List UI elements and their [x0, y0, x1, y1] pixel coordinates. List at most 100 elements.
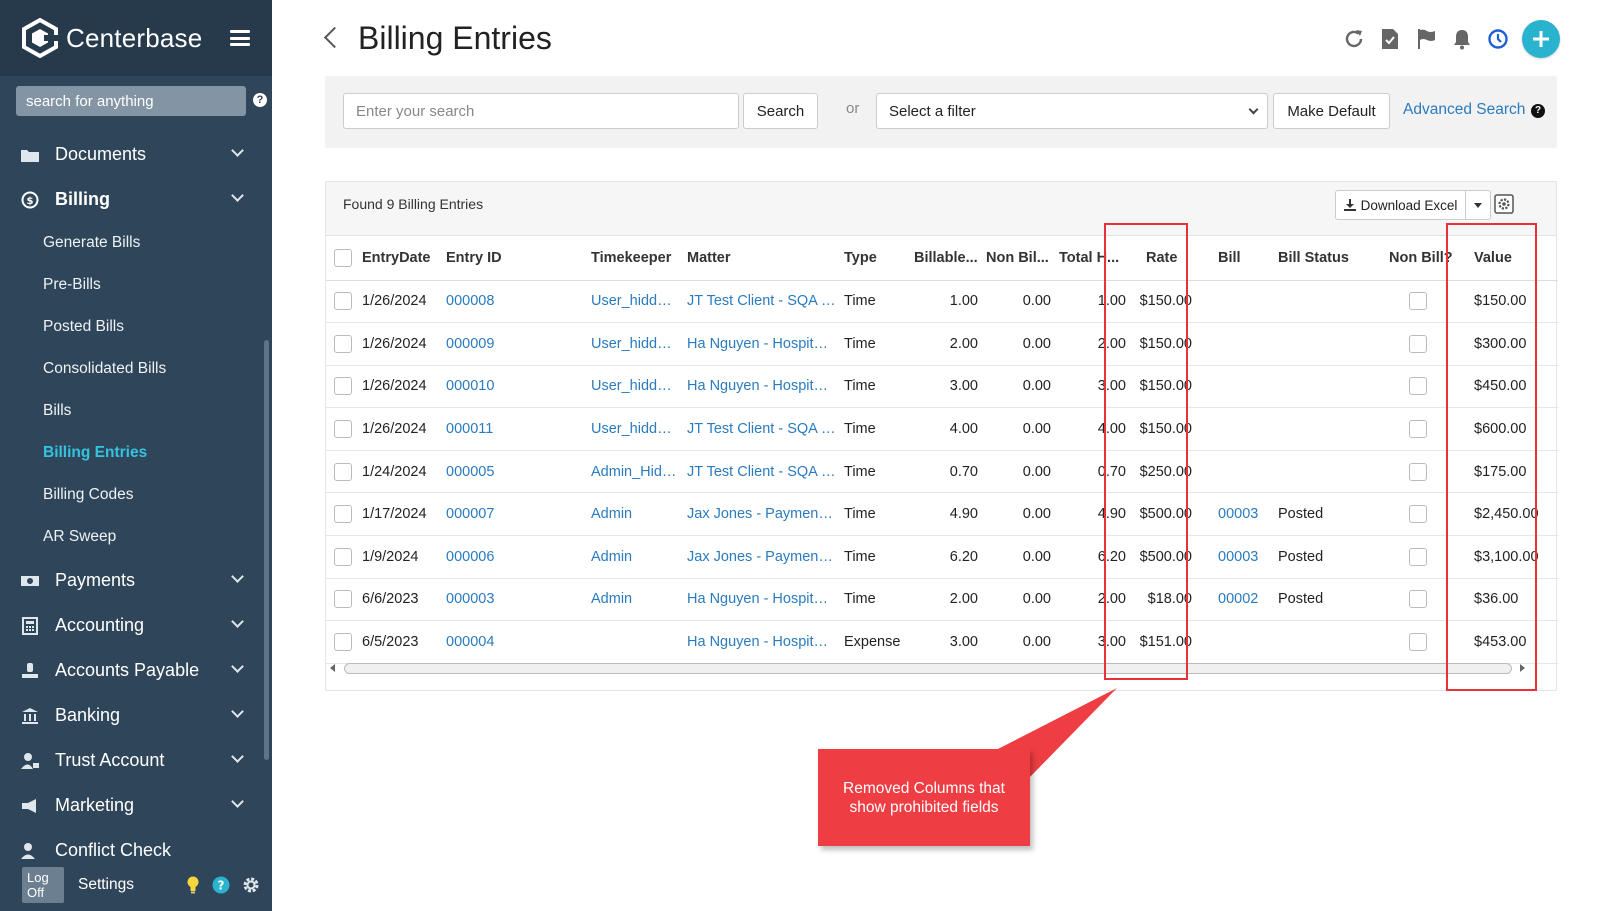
sidebar-item-trust-account[interactable]: Trust Account	[0, 738, 272, 783]
download-options-caret-icon[interactable]	[1465, 190, 1491, 220]
scroll-left-arrow-icon[interactable]	[330, 664, 335, 672]
non-bill-checkbox[interactable]	[1408, 633, 1427, 652]
cell-matter[interactable]: JT Test Client - SQA Bi...	[683, 450, 840, 494]
cell-bill[interactable]	[1202, 620, 1274, 664]
column-header-bill[interactable]: Bill	[1202, 236, 1274, 281]
search-help-icon[interactable]: ?	[253, 93, 267, 107]
cell-timekeeper[interactable]: User_hidden...	[587, 407, 683, 451]
row-checkbox[interactable]	[334, 292, 352, 311]
sidebar-sub-billing-codes[interactable]: Billing Codes	[0, 474, 272, 516]
table-row[interactable]: 6/5/2023 000004 Ha Nguyen - Hospital ... Ex…	[326, 620, 1558, 664]
select-all-checkbox[interactable]	[334, 248, 352, 267]
row-checkbox[interactable]	[334, 377, 352, 396]
sidebar-scrollbar[interactable]	[264, 340, 269, 760]
clock-icon[interactable]	[1486, 27, 1510, 51]
table-row[interactable]: 1/17/2024 000007 Admin Jax Jones - Payment …	[326, 492, 1558, 537]
cell-entry-id[interactable]: 000010	[442, 365, 587, 409]
sidebar-sub-posted-bills[interactable]: Posted Bills	[0, 306, 272, 348]
document-check-icon[interactable]	[1378, 27, 1402, 51]
lightbulb-icon[interactable]	[186, 876, 200, 894]
cell-bill[interactable]	[1202, 450, 1274, 494]
cell-bill[interactable]	[1202, 365, 1274, 409]
sidebar-sub-pre-bills[interactable]: Pre-Bills	[0, 264, 272, 306]
sidebar-item-billing[interactable]: $ Billing	[0, 177, 272, 222]
sidebar-sub-bills[interactable]: Bills	[0, 390, 272, 432]
cell-timekeeper[interactable]: Admin	[587, 578, 683, 622]
non-bill-checkbox[interactable]	[1408, 334, 1427, 353]
non-bill-checkbox[interactable]	[1408, 547, 1427, 566]
gear-icon[interactable]	[242, 876, 260, 894]
help-circle-icon[interactable]: ?	[212, 876, 230, 894]
cell-entry-id[interactable]: 000008	[442, 280, 587, 324]
cell-matter[interactable]: Ha Nguyen - Hospital ...	[683, 578, 840, 622]
column-header-billable[interactable]: Billable...	[910, 236, 982, 281]
grid-settings-icon[interactable]	[1494, 194, 1514, 214]
cell-bill[interactable]	[1202, 280, 1274, 324]
column-header-entry-date[interactable]: EntryDate	[358, 236, 442, 281]
horizontal-scrollbar[interactable]	[326, 660, 1558, 676]
row-checkbox[interactable]	[334, 462, 352, 481]
sidebar-sub-billing-entries[interactable]: Billing Entries	[0, 432, 272, 474]
cell-matter[interactable]: Ha Nguyen - Hospital ...	[683, 322, 840, 366]
row-checkbox[interactable]	[334, 590, 352, 609]
search-button[interactable]: Search	[743, 93, 818, 129]
scrollbar-thumb[interactable]	[344, 663, 1512, 674]
cell-matter[interactable]: Jax Jones - Payment ...	[683, 492, 840, 537]
cell-entry-id[interactable]: 000006	[442, 535, 587, 579]
sidebar-sub-consolidated-bills[interactable]: Consolidated Bills	[0, 348, 272, 390]
cell-timekeeper[interactable]: Admin	[587, 492, 683, 537]
row-checkbox[interactable]	[334, 420, 352, 439]
cell-entry-id[interactable]: 000004	[442, 620, 587, 664]
column-header-matter[interactable]: Matter	[683, 236, 840, 281]
cell-entry-id[interactable]: 000003	[442, 578, 587, 622]
cell-timekeeper[interactable]: Admin_Hidd...	[587, 450, 683, 494]
flag-icon[interactable]	[1414, 27, 1438, 51]
table-row[interactable]: 1/26/2024 000011 User_hidden... JT Test Cli…	[326, 407, 1558, 451]
cell-matter[interactable]: JT Test Client - SQA Bi...	[683, 407, 840, 451]
cell-timekeeper[interactable]: User_hidden...	[587, 365, 683, 409]
table-row[interactable]: 1/24/2024 000005 Admin_Hidd... JT Test Clie…	[326, 450, 1558, 494]
cell-entry-id[interactable]: 000009	[442, 322, 587, 366]
sidebar-item-accounting[interactable]: Accounting	[0, 603, 272, 648]
cell-bill[interactable]: 00002	[1202, 578, 1274, 622]
advanced-search-link[interactable]: Advanced Search	[1403, 101, 1525, 119]
row-checkbox[interactable]	[334, 334, 352, 353]
row-checkbox[interactable]	[334, 633, 352, 652]
non-bill-checkbox[interactable]	[1408, 292, 1427, 311]
sidebar-sub-ar-sweep[interactable]: AR Sweep	[0, 516, 272, 558]
cell-timekeeper[interactable]: Admin	[587, 535, 683, 579]
cell-bill[interactable]: 00003	[1202, 492, 1274, 537]
cell-timekeeper[interactable]: User_hidden...	[587, 280, 683, 324]
sidebar-item-payments[interactable]: Payments	[0, 558, 272, 603]
cell-bill[interactable]: 00003	[1202, 535, 1274, 579]
column-header-type[interactable]: Type	[840, 236, 910, 281]
make-default-button[interactable]: Make Default	[1273, 93, 1390, 129]
cell-matter[interactable]: Jax Jones - Payment ...	[683, 535, 840, 579]
cell-matter[interactable]: Ha Nguyen - Hospital ...	[683, 620, 840, 664]
row-checkbox[interactable]	[334, 547, 352, 566]
sidebar-item-marketing[interactable]: Marketing	[0, 783, 272, 828]
non-bill-checkbox[interactable]	[1408, 377, 1427, 396]
cell-bill[interactable]	[1202, 407, 1274, 451]
column-header-bill-status[interactable]: Bill Status	[1274, 236, 1375, 281]
non-bill-checkbox[interactable]	[1408, 462, 1427, 481]
table-row[interactable]: 1/26/2024 000009 User_hidden... Ha Nguyen -…	[326, 322, 1558, 366]
search-input[interactable]	[343, 93, 739, 129]
column-header-non-billable[interactable]: Non Bil...	[982, 236, 1055, 281]
cell-entry-id[interactable]: 000007	[442, 492, 587, 537]
advanced-search-help-icon[interactable]: ?	[1531, 104, 1545, 118]
table-row[interactable]: 1/26/2024 000010 User_hidden... Ha Nguyen -…	[326, 365, 1558, 409]
download-excel-button[interactable]: Download Excel	[1335, 190, 1466, 220]
cell-matter[interactable]: JT Test Client - SQA Bi...	[683, 280, 840, 324]
non-bill-checkbox[interactable]	[1408, 505, 1427, 524]
column-header-timekeeper[interactable]: Timekeeper	[587, 236, 683, 281]
cell-timekeeper[interactable]	[587, 620, 683, 664]
global-search-input[interactable]	[16, 86, 246, 116]
hamburger-menu-icon[interactable]	[230, 30, 250, 46]
sidebar-item-documents[interactable]: Documents	[0, 132, 272, 177]
bell-icon[interactable]	[1450, 27, 1474, 51]
column-header-entry-id[interactable]: Entry ID	[442, 236, 587, 281]
non-bill-checkbox[interactable]	[1408, 590, 1427, 609]
logoff-button[interactable]: Log Off	[22, 867, 64, 903]
table-row[interactable]: 6/6/2023 000003 Admin Ha Nguyen - Hospital …	[326, 578, 1558, 622]
